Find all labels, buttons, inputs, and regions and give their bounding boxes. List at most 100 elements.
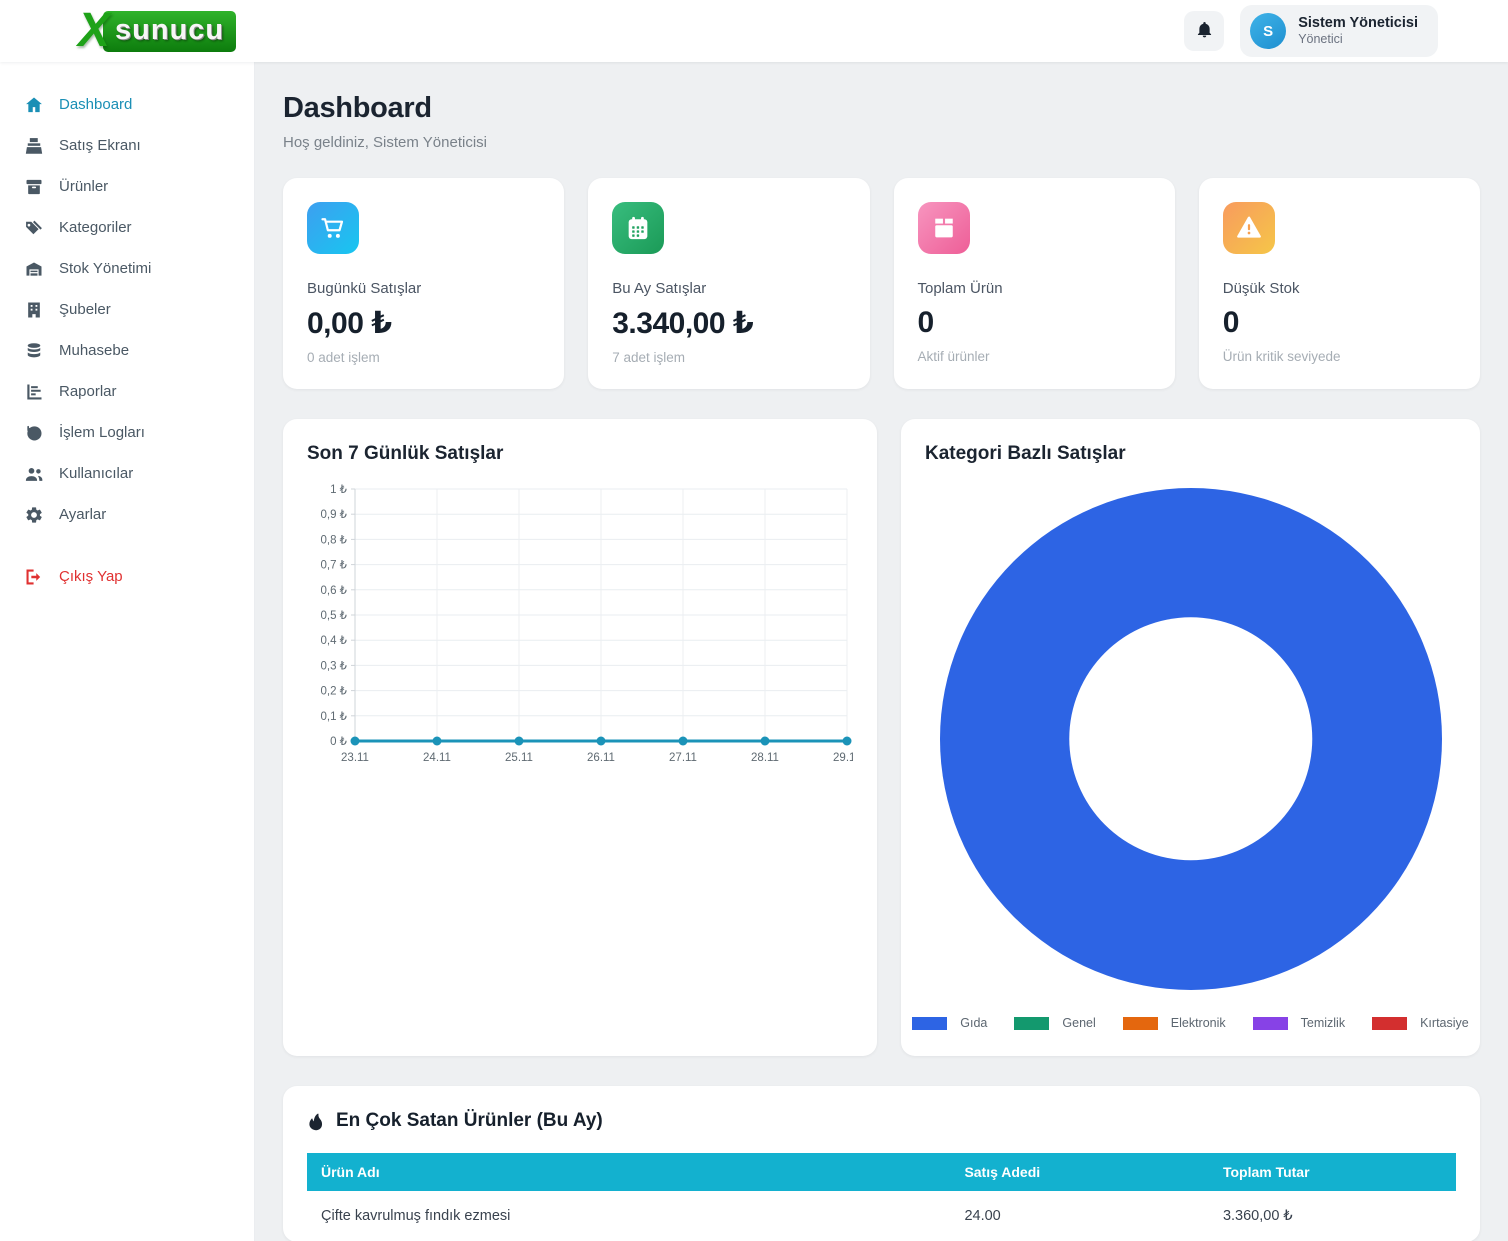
bar-chart-icon <box>24 382 44 402</box>
col-urun-adi: Ürün Adı <box>307 1153 950 1191</box>
bell-icon <box>1195 20 1214 42</box>
legend-label: Genel <box>1062 1016 1095 1030</box>
main-content: Dashboard Hoş geldiniz, Sistem Yöneticis… <box>255 62 1508 1241</box>
stat-value: 3.340,00 ₺ <box>612 306 845 341</box>
cash-register-icon <box>24 136 44 156</box>
svg-text:0,1 ₺: 0,1 ₺ <box>321 711 348 723</box>
logo-x: X <box>78 7 110 55</box>
stat-value: 0,00 ₺ <box>307 306 540 341</box>
legend-label: Elektronik <box>1171 1016 1226 1030</box>
legend-item-genel[interactable]: Genel <box>1014 1016 1095 1030</box>
svg-text:23.11: 23.11 <box>341 752 369 764</box>
tags-icon <box>24 218 44 238</box>
app-root: X sunucu S Sistem Yöneticisi Yönetici Da… <box>0 0 1508 1241</box>
logout-icon <box>24 567 44 587</box>
logout-label: Çıkış Yap <box>59 568 123 585</box>
sidebar: Dashboard Satış Ekranı Ürünler Kategoriler S… <box>0 62 255 1241</box>
svg-text:1 ₺: 1 ₺ <box>330 484 348 496</box>
sidebar-item-label: Ürünler <box>59 178 108 195</box>
top-products-header: En Çok Satan Ürünler (Bu Ay) <box>307 1110 1456 1132</box>
table-cell: 24.00 <box>950 1191 1209 1241</box>
sidebar-item-logout[interactable]: Çıkış Yap <box>0 556 254 597</box>
legend-label: Kırtasiye <box>1420 1016 1469 1030</box>
sidebar-item-urunler[interactable]: Ürünler <box>0 166 254 207</box>
stat-sub: Aktif ürünler <box>918 349 1151 364</box>
box-icon <box>24 177 44 197</box>
table-cell: 3.360,00 ₺ <box>1209 1191 1456 1241</box>
user-name: Sistem Yöneticisi <box>1298 14 1418 32</box>
svg-text:0,7 ₺: 0,7 ₺ <box>321 560 348 572</box>
sidebar-item-muhasebe[interactable]: Muhasebe <box>0 330 254 371</box>
cart-icon <box>307 202 359 254</box>
legend-swatch <box>1372 1017 1407 1030</box>
legend-label: Gıda <box>960 1016 987 1030</box>
svg-text:0,2 ₺: 0,2 ₺ <box>321 686 348 698</box>
line-chart-title: Son 7 Günlük Satışlar <box>307 443 853 465</box>
stat-value: 0 <box>1223 306 1456 340</box>
svg-text:29.11: 29.11 <box>833 752 853 764</box>
stats-grid: Bugünkü Satışlar0,00 ₺0 adet işlemBu Ay … <box>283 178 1480 389</box>
sidebar-item-kategoriler[interactable]: Kategoriler <box>0 207 254 248</box>
app-logo[interactable]: X sunucu <box>78 7 236 55</box>
legend-item-kırtasiye[interactable]: Kırtasiye <box>1372 1016 1469 1030</box>
top-products-card: En Çok Satan Ürünler (Bu Ay) Ürün Adı Sa… <box>283 1086 1480 1241</box>
sidebar-item-raporlar[interactable]: Raporlar <box>0 371 254 412</box>
stat-label: Toplam Ürün <box>918 280 1151 297</box>
avatar: S <box>1250 13 1286 49</box>
stat-card: Düşük Stok0Ürün kritik seviyede <box>1199 178 1480 389</box>
user-menu[interactable]: S Sistem Yöneticisi Yönetici <box>1240 5 1438 57</box>
sidebar-item-dashboard[interactable]: Dashboard <box>0 84 254 125</box>
svg-text:0,9 ₺: 0,9 ₺ <box>321 509 348 521</box>
donut-chart-title: Kategori Bazlı Satışlar <box>925 443 1456 465</box>
sidebar-item-satis-ekrani[interactable]: Satış Ekranı <box>0 125 254 166</box>
col-satis-adedi: Satış Adedi <box>950 1153 1209 1191</box>
building-icon <box>24 300 44 320</box>
notifications-button[interactable] <box>1184 11 1224 51</box>
coins-icon <box>24 341 44 361</box>
donut-chart-card: Kategori Bazlı Satışlar Gıda Genel Elektro… <box>901 419 1480 1056</box>
stat-sub: 7 adet işlem <box>612 350 845 365</box>
svg-text:26.11: 26.11 <box>587 752 615 764</box>
svg-text:0,5 ₺: 0,5 ₺ <box>321 610 348 622</box>
donut-hole <box>1069 617 1312 860</box>
top-products-title: En Çok Satan Ürünler (Bu Ay) <box>336 1110 603 1132</box>
chart-legend: GıdaGenelElektronikTemizlikKırtasiye <box>925 1012 1456 1032</box>
sidebar-item-stok-yonetimi[interactable]: Stok Yönetimi <box>0 248 254 289</box>
stat-card: Bu Ay Satışlar 3.340,00 ₺ 7 adet işlem <box>588 178 869 389</box>
user-role: Yönetici <box>1298 32 1418 48</box>
warehouse-icon <box>24 259 44 279</box>
legend-item-temizlik[interactable]: Temizlik <box>1253 1016 1345 1030</box>
sidebar-item-label: Dashboard <box>59 96 132 113</box>
sidebar-item-label: Stok Yönetimi <box>59 260 151 277</box>
legend-item-elektronik[interactable]: Elektronik <box>1123 1016 1226 1030</box>
logo-text: sunucu <box>103 11 236 52</box>
sidebar-item-subeler[interactable]: Şubeler <box>0 289 254 330</box>
home-icon <box>24 95 44 115</box>
svg-text:27.11: 27.11 <box>669 752 697 764</box>
app-header: X sunucu S Sistem Yöneticisi Yönetici <box>0 0 1508 62</box>
stat-sub: Ürün kritik seviyede <box>1223 349 1456 364</box>
table-cell: Çifte kavrulmuş fındık ezmesi <box>307 1191 950 1241</box>
header-right: S Sistem Yöneticisi Yönetici <box>1184 5 1438 57</box>
sidebar-item-islem-loglari[interactable]: İşlem Logları <box>0 412 254 453</box>
page-subtitle: Hoş geldiniz, Sistem Yöneticisi <box>283 134 1480 151</box>
col-toplam-tutar: Toplam Tutar <box>1209 1153 1456 1191</box>
sidebar-item-label: Raporlar <box>59 383 117 400</box>
legend-swatch <box>912 1017 947 1030</box>
top-products-table: Ürün Adı Satış Adedi Toplam Tutar Çifte … <box>307 1153 1456 1241</box>
sidebar-item-label: Ayarlar <box>59 506 106 523</box>
sidebar-item-label: Şubeler <box>59 301 111 318</box>
line-chart-card: Son 7 Günlük Satışlar 0 ₺0,1 ₺0,2 ₺0,3 ₺… <box>283 419 877 1056</box>
svg-text:0 ₺: 0 ₺ <box>330 736 348 748</box>
page-title: Dashboard <box>283 92 1480 125</box>
svg-text:0,6 ₺: 0,6 ₺ <box>321 585 348 597</box>
sidebar-item-kullanicilar[interactable]: Kullanıcılar <box>0 453 254 494</box>
stat-value: 0 <box>918 306 1151 340</box>
stat-sub: 0 adet işlem <box>307 350 540 365</box>
stat-label: Bu Ay Satışlar <box>612 280 845 297</box>
gear-icon <box>24 505 44 525</box>
sidebar-item-label: Muhasebe <box>59 342 129 359</box>
legend-item-gıda[interactable]: Gıda <box>912 1016 987 1030</box>
svg-text:0,4 ₺: 0,4 ₺ <box>321 635 348 647</box>
sidebar-item-ayarlar[interactable]: Ayarlar <box>0 494 254 535</box>
